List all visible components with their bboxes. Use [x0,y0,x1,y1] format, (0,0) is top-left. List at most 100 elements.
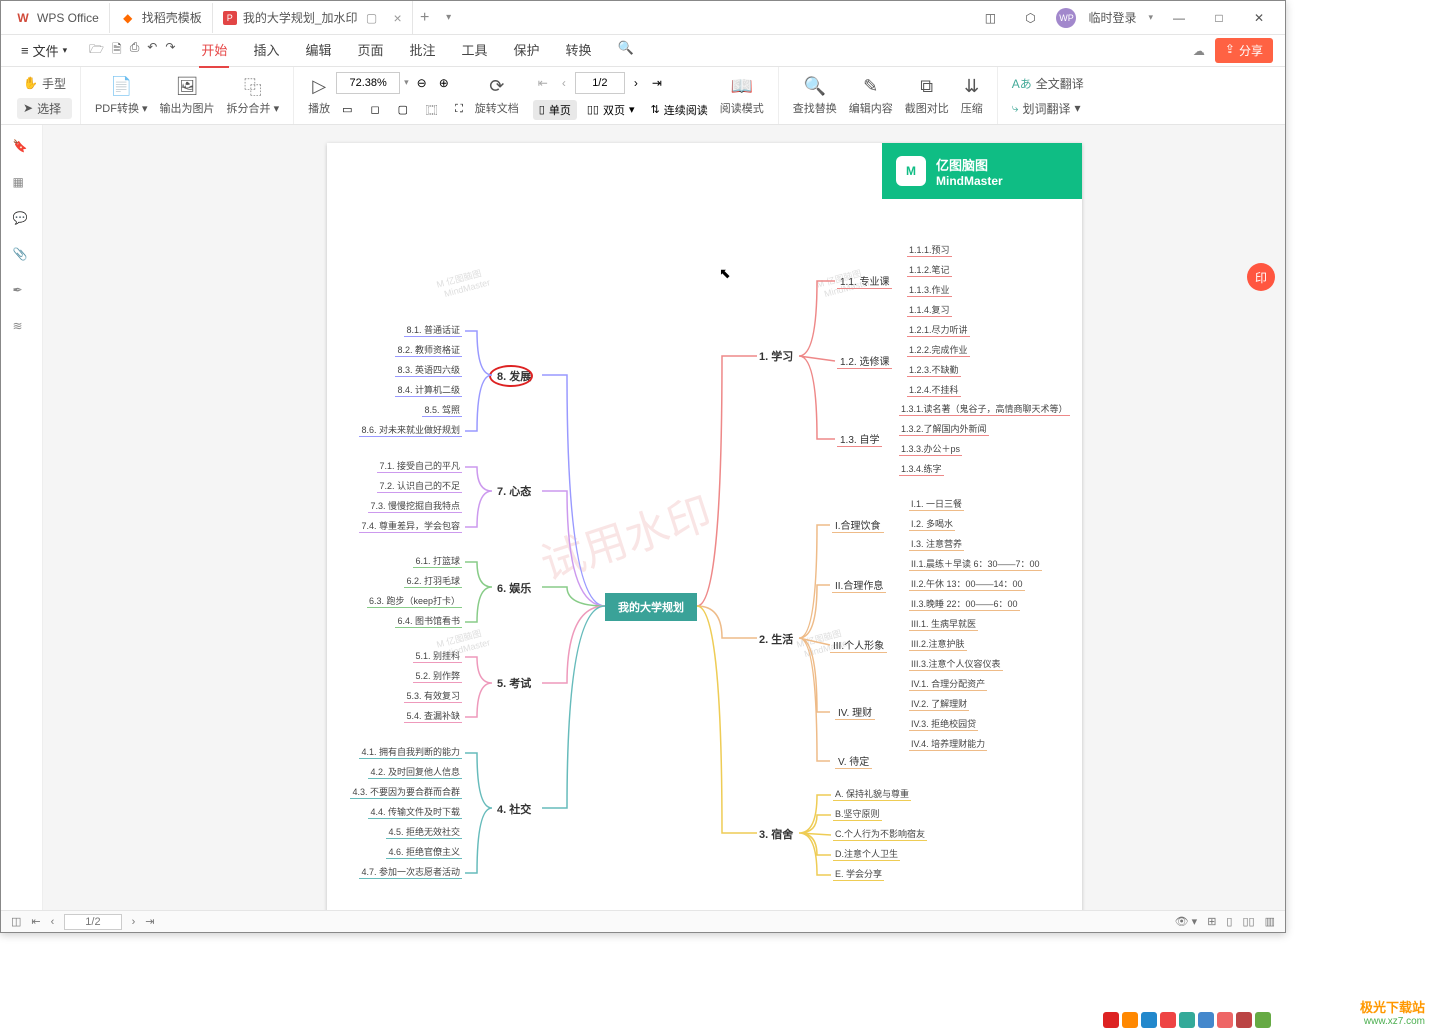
edit-content-button[interactable]: ✎编辑内容 [843,76,899,116]
app-icon[interactable] [1122,1012,1138,1028]
floating-action-button[interactable]: 印 [1247,263,1275,291]
grid-icon[interactable]: ⊞ [1207,915,1216,928]
prev-page-icon[interactable]: ‹ [557,76,571,90]
first-page-icon[interactable]: ⇤ [533,76,553,90]
app-icon[interactable] [1103,1012,1119,1028]
zoom-in-icon[interactable]: ⊕ [435,76,453,90]
tab-current-doc[interactable]: P 我的大学规划_加水印 ▢ × [213,1,413,35]
tab-start[interactable]: 开始 [199,33,229,68]
node-1-2-4: 1.2.4.不挂科 [907,383,961,397]
file-menu[interactable]: ≡ 文件 ▾ [13,37,75,64]
tab-menu-button[interactable]: ▾ [437,12,461,23]
app-icon[interactable] [1179,1012,1195,1028]
rotate-button[interactable]: ⟳旋转文档 [469,76,525,116]
close-window-button[interactable]: ✕ [1245,4,1273,32]
compare-icon: ⧉ [920,76,933,98]
attachment-icon[interactable]: 📎 [13,247,31,265]
annotation-circle [489,365,533,387]
minimize-button[interactable]: — [1165,4,1193,32]
node-2-II-1: II.1.晨练＋早读 6：30——7：00 [909,557,1042,571]
node-5-3: 5.3. 有效复习 [404,689,462,703]
tab-wps-office[interactable]: W WPS Office [5,3,110,33]
screenshot-icon[interactable]: ⛶ [449,101,469,118]
continuous-button[interactable]: ⇅ 连续阅读 [644,100,713,120]
pdf-convert-button[interactable]: 📄PDF转换 ▾ [89,76,154,116]
node-8-1: 8.1. 普通话证 [404,323,462,337]
chevron-down-icon[interactable]: ▾ [404,77,409,88]
node-1-1: 1.1. 专业课 [837,273,892,289]
sidebar-toggle-icon[interactable]: ◫ [11,915,21,928]
fit-page-icon[interactable]: ◻ [365,101,386,118]
export-image-button[interactable]: 🖼输出为图片 [154,76,221,116]
next-page-icon[interactable]: › [629,76,643,90]
screenshot-compare-button[interactable]: ⧉截图对比 [899,76,955,116]
zoom-out-icon[interactable]: ⊖ [413,76,431,90]
page-input[interactable] [575,72,625,94]
app-icon[interactable] [1236,1012,1252,1028]
tab-tools[interactable]: 工具 [460,33,490,68]
cloud-icon[interactable]: ☁ [1193,44,1205,58]
cursor-icon: ➤ [23,101,33,115]
signature-icon[interactable]: ✒ [13,283,31,301]
app-icon[interactable] [1160,1012,1176,1028]
word-translate-button[interactable]: ⤷划词翻译 ▾ [1006,98,1090,119]
new-tab-button[interactable]: + [413,9,437,27]
compress-button[interactable]: ⇊压缩 [955,76,989,116]
undo-icon[interactable]: ↶ [147,40,157,61]
document-canvas[interactable]: M 亿图脑图 MindMaster 试用水印 M 亿图脑图 MindMaster… [43,125,1285,910]
comment-icon[interactable]: 💬 [13,211,31,229]
tab-daoке-templates[interactable]: ◆ 找稻壳模板 [110,3,213,33]
cube-icon[interactable]: ⬡ [1016,4,1044,32]
fit-width-icon[interactable]: ▭ [336,101,358,118]
app-icon[interactable] [1217,1012,1233,1028]
first-page-icon[interactable]: ⇤ [31,915,40,928]
readmode-icon[interactable]: ▢ [364,10,380,26]
print-icon[interactable]: ⎙ [130,40,140,61]
select-tool[interactable]: ➤选择 [17,98,72,119]
search-button[interactable]: 🔍 [616,33,636,68]
play-button[interactable]: ▷播放 [302,76,336,116]
maximize-button[interactable]: □ [1205,4,1233,32]
tab-insert[interactable]: 插入 [251,33,281,68]
crop-icon[interactable]: ⿴ [420,100,443,120]
login-label[interactable]: 临时登录 [1088,9,1136,26]
eye-icon[interactable]: 👁 ▾ [1175,915,1198,928]
node-6: 6. 娱乐 [497,580,531,596]
layers-icon[interactable]: ≋ [13,319,31,337]
bookmark-icon[interactable]: 🔖 [13,139,31,157]
tab-page[interactable]: 页面 [355,33,385,68]
app-icon[interactable] [1198,1012,1214,1028]
chevron-down-icon[interactable]: ▾ [1148,12,1153,23]
zoom-input[interactable] [336,72,400,94]
panel-icon[interactable]: ◫ [976,4,1004,32]
open-icon[interactable]: 🗁 [89,40,104,61]
last-page-icon[interactable]: ⇥ [647,76,667,90]
tab-edit[interactable]: 编辑 [303,33,333,68]
double-page-button[interactable]: ▯▯ 双页 ▾ [581,100,641,120]
next-page-icon[interactable]: › [132,916,136,928]
split-merge-button[interactable]: ⿻拆分合并 ▾ [221,76,286,116]
thumbnail-icon[interactable]: ▦ [13,175,31,193]
avatar[interactable]: WP [1056,8,1076,28]
tab-protect[interactable]: 保护 [512,33,542,68]
tab-comment[interactable]: 批注 [407,33,437,68]
layout1-icon[interactable]: ▯ [1226,915,1232,928]
redo-icon[interactable]: ↷ [165,40,175,61]
actual-size-icon[interactable]: ▢ [392,101,414,118]
last-page-icon[interactable]: ⇥ [145,915,154,928]
find-replace-button[interactable]: 🔍查找替换 [787,76,843,116]
share-button[interactable]: ⇪ 分享 [1215,38,1273,63]
layout3-icon[interactable]: ▥ [1265,915,1275,928]
close-tab-icon[interactable]: × [394,10,402,26]
prev-page-icon[interactable]: ‹ [51,916,55,928]
single-page-button[interactable]: ▯ 单页 [533,100,577,120]
hand-tool[interactable]: ✋手型 [17,73,72,94]
save-icon[interactable]: 🗎 [112,40,122,61]
pdf-page: M 亿图脑图 MindMaster 试用水印 M 亿图脑图 MindMaster… [327,143,1082,910]
read-mode-button[interactable]: 📖阅读模式 [714,76,770,116]
tab-convert[interactable]: 转换 [564,33,594,68]
full-translate-button[interactable]: Aあ全文翻译 [1006,73,1090,94]
app-icon[interactable] [1255,1012,1271,1028]
layout2-icon[interactable]: ▯▯ [1242,915,1254,928]
app-icon[interactable] [1141,1012,1157,1028]
